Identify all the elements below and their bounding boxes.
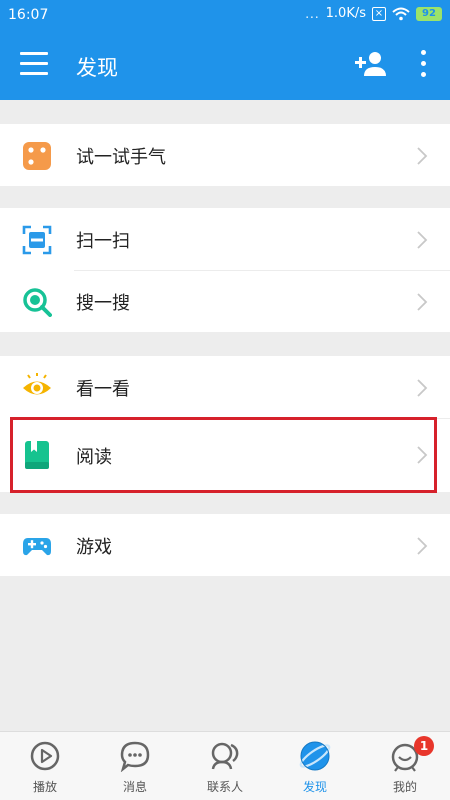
message-icon bbox=[120, 741, 150, 772]
play-icon bbox=[30, 741, 60, 771]
tab-discover[interactable]: 发现 bbox=[270, 732, 360, 800]
tab-me[interactable]: 1 我的 bbox=[360, 732, 450, 800]
list-item-label: 搜一搜 bbox=[76, 293, 130, 314]
list-item-search[interactable]: 搜一搜 bbox=[0, 270, 450, 332]
notification-badge: 1 bbox=[414, 736, 434, 756]
wifi-icon bbox=[392, 7, 410, 20]
chevron-right-icon bbox=[417, 537, 428, 555]
menu-icon[interactable] bbox=[20, 52, 48, 76]
tab-messages[interactable]: 消息 bbox=[90, 732, 180, 800]
gamepad-icon bbox=[23, 538, 51, 556]
tab-label: 我的 bbox=[392, 780, 417, 794]
tab-label: 发现 bbox=[302, 780, 327, 794]
list-item-label: 看一看 bbox=[76, 379, 130, 400]
scan-icon bbox=[22, 225, 52, 255]
status-bar: 16:07 ... 1.0K/s × 92 bbox=[0, 0, 450, 32]
list-item-scan[interactable]: 扫一扫 bbox=[0, 208, 450, 270]
chevron-right-icon bbox=[417, 293, 428, 311]
chevron-right-icon bbox=[417, 231, 428, 249]
battery-indicator: 92 bbox=[416, 6, 442, 21]
sim-off-icon: × bbox=[372, 6, 386, 21]
eye-icon bbox=[23, 373, 51, 395]
menu-group-luck: 试一试手气 bbox=[0, 124, 450, 186]
discover-icon bbox=[299, 741, 331, 771]
network-speed: 1.0K/s bbox=[325, 6, 366, 21]
dice-icon bbox=[23, 142, 51, 170]
menu-group-scan-search: 扫一扫 搜一搜 bbox=[0, 208, 450, 332]
more-vertical-icon[interactable] bbox=[416, 50, 430, 80]
app-bar: 发现 bbox=[0, 32, 450, 100]
chevron-right-icon bbox=[417, 379, 428, 397]
bottom-tab-bar: 播放 消息 联系人 发现 1 我的 bbox=[0, 731, 450, 800]
menu-group-games: 游戏 bbox=[0, 514, 450, 576]
list-item-label: 扫一扫 bbox=[76, 231, 130, 252]
tab-label: 播放 bbox=[32, 780, 57, 794]
list-item-games[interactable]: 游戏 bbox=[0, 514, 450, 576]
tab-label: 消息 bbox=[122, 780, 147, 794]
list-item-look[interactable]: 看一看 bbox=[0, 356, 450, 418]
page-title: 发现 bbox=[76, 56, 118, 80]
chevron-right-icon bbox=[417, 147, 428, 165]
search-icon bbox=[23, 288, 52, 317]
add-user-icon[interactable] bbox=[353, 50, 387, 80]
list-item-try-luck[interactable]: 试一试手气 bbox=[0, 124, 450, 186]
list-item-label: 试一试手气 bbox=[76, 147, 166, 168]
status-time: 16:07 bbox=[8, 7, 49, 23]
tab-contacts[interactable]: 联系人 bbox=[180, 732, 270, 800]
status-indicators: ... 1.0K/s × 92 bbox=[305, 6, 442, 21]
contacts-icon bbox=[211, 742, 239, 770]
highlight-box bbox=[10, 417, 437, 493]
tab-play[interactable]: 播放 bbox=[0, 732, 90, 800]
tab-label: 联系人 bbox=[206, 780, 243, 794]
list-item-label: 游戏 bbox=[76, 537, 112, 558]
notification-dots: ... bbox=[305, 6, 320, 21]
